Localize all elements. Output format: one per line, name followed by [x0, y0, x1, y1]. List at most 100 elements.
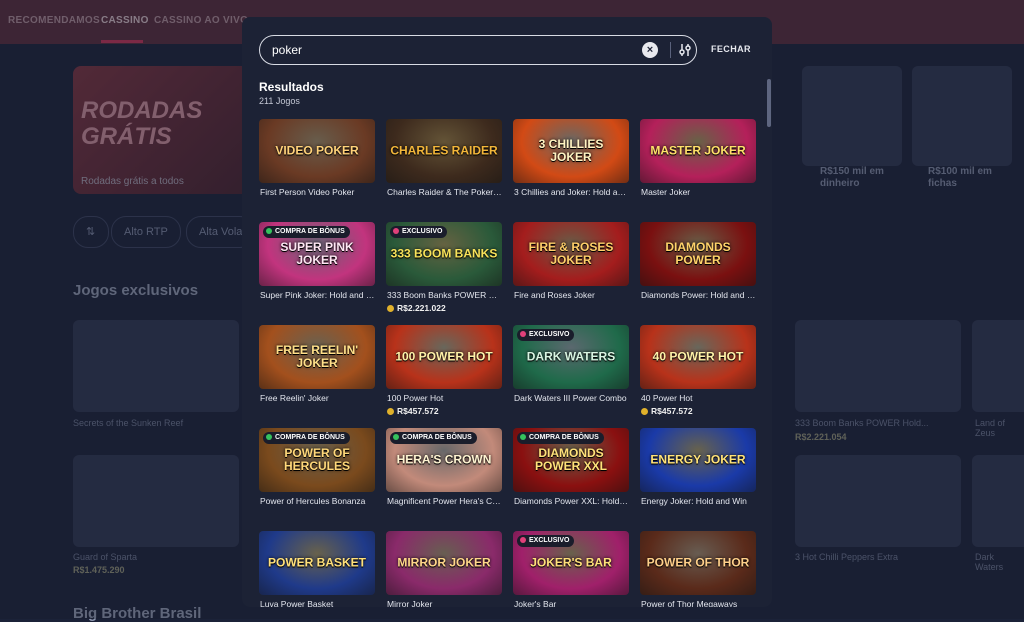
- game-thumbnail[interactable]: Master Joker: [640, 119, 756, 183]
- game-thumbnail[interactable]: Power Basket: [259, 531, 375, 595]
- game-name: Power of Hercules Bonanza: [260, 496, 366, 506]
- game-name: Dark Waters III Power Combo: [514, 393, 627, 403]
- jackpot-value: R$457.572: [651, 406, 693, 416]
- game-logo-text: Hera's Crown: [396, 452, 492, 467]
- badge-icon: [393, 228, 399, 234]
- game-tile[interactable]: Super Pink Joker COMPRA DE BÔNUS Super Pin…: [259, 222, 376, 318]
- game-thumbnail[interactable]: 333 Boom Banks EXCLUSIVO: [386, 222, 502, 286]
- game-tile[interactable]: Energy Joker Energy Joker: Hold and Win: [640, 428, 756, 524]
- game-name: Magnificent Power Hera's Crown: [387, 496, 503, 506]
- game-tile[interactable]: Power of Thor Power of Thor Megaways: [640, 531, 756, 607]
- jackpot-amount: R$2.221.022: [387, 303, 446, 313]
- game-name: Joker's Bar: [514, 599, 557, 607]
- coin-icon: [641, 408, 648, 415]
- close-button[interactable]: FECHAR: [711, 44, 751, 54]
- game-thumbnail[interactable]: 3 Chillies Joker: [513, 119, 629, 183]
- game-thumbnail[interactable]: Power of Thor: [640, 531, 756, 595]
- game-thumbnail[interactable]: Joker's Bar EXCLUSIVO: [513, 531, 629, 595]
- coin-icon: [387, 408, 394, 415]
- game-tile[interactable]: Dark Waters EXCLUSIVO Dark Waters III Powe…: [513, 325, 629, 421]
- jackpot-amount: R$457.572: [387, 406, 439, 416]
- game-badge: COMPRA DE BÔNUS: [263, 432, 350, 444]
- game-tile[interactable]: Power of Hercules COMPRA DE BÔNUS Power of…: [259, 428, 375, 524]
- badge-label: COMPRA DE BÔNUS: [529, 434, 599, 441]
- game-logo-text: Video Poker: [275, 143, 359, 158]
- game-tile[interactable]: Master Joker Master Joker: [640, 119, 756, 215]
- jackpot-value: R$457.572: [397, 406, 439, 416]
- scrollbar-track[interactable]: [766, 77, 771, 597]
- game-thumbnail[interactable]: Diamonds Power XXL COMPRA DE BÔNUS: [513, 428, 629, 492]
- game-tile[interactable]: Joker's Bar EXCLUSIVO Joker's Bar: [513, 531, 629, 607]
- game-thumbnail[interactable]: Hera's Crown COMPRA DE BÔNUS: [386, 428, 502, 492]
- game-tile[interactable]: Video Poker First Person Video Poker: [259, 119, 375, 215]
- game-thumbnail[interactable]: 100 Power Hot: [386, 325, 502, 389]
- game-badge: EXCLUSIVO: [517, 535, 575, 547]
- game-thumbnail[interactable]: Energy Joker: [640, 428, 756, 492]
- game-thumbnail[interactable]: Charles Raider: [386, 119, 502, 183]
- game-thumbnail[interactable]: 40 Power Hot: [640, 325, 756, 389]
- game-logo-text: Power Basket: [267, 555, 366, 570]
- badge-icon: [520, 537, 526, 543]
- badge-label: COMPRA DE BÔNUS: [402, 434, 472, 441]
- game-tile[interactable]: 333 Boom Banks EXCLUSIVO 333 Boom Banks PO…: [386, 222, 503, 318]
- game-tile[interactable]: 40 Power Hot 40 Power Hot R$457.572: [640, 325, 756, 421]
- game-tile[interactable]: Charles Raider Charles Raider & The Poker…: [386, 119, 503, 215]
- game-tile[interactable]: Diamonds Power Diamonds Power: Hold and W…: [640, 222, 757, 318]
- game-name: Diamonds Power: Hold and Win: [641, 290, 757, 300]
- badge-label: EXCLUSIVO: [529, 537, 570, 544]
- game-thumbnail[interactable]: Free Reelin' Joker: [259, 325, 375, 389]
- game-name: 333 Boom Banks POWER Combo: [387, 290, 503, 300]
- game-thumbnail[interactable]: Dark Waters EXCLUSIVO: [513, 325, 629, 389]
- badge-icon: [266, 434, 272, 440]
- game-name: Charles Raider & The Poker Riches: [387, 187, 503, 197]
- search-modal: × FECHAR Resultados 211 Jogos Video Poke…: [242, 17, 772, 607]
- game-tile[interactable]: 3 Chillies Joker 3 Chillies and Joker: Ho…: [513, 119, 630, 215]
- game-name: 40 Power Hot: [641, 393, 693, 403]
- game-thumbnail[interactable]: Mirror Joker: [386, 531, 502, 595]
- results-title: Resultados: [259, 80, 324, 94]
- game-name: Luva Power Basket: [260, 599, 334, 607]
- game-logo-text: Fire & Roses Joker: [528, 240, 614, 267]
- badge-icon: [393, 434, 399, 440]
- game-thumbnail[interactable]: Video Poker: [259, 119, 375, 183]
- game-badge: EXCLUSIVO: [517, 329, 575, 341]
- search-bar: ×: [259, 35, 697, 65]
- game-badge: COMPRA DE BÔNUS: [263, 226, 350, 238]
- game-tile[interactable]: Hera's Crown COMPRA DE BÔNUS Magnificent P…: [386, 428, 503, 524]
- game-tile[interactable]: Free Reelin' Joker Free Reelin' Joker: [259, 325, 375, 421]
- game-logo-text: Master Joker: [650, 143, 746, 158]
- game-name: Free Reelin' Joker: [260, 393, 329, 403]
- game-logo-text: Power of Thor: [646, 555, 750, 570]
- filter-sliders-icon[interactable]: [676, 41, 694, 59]
- search-divider: [670, 42, 671, 58]
- jackpot-value: R$2.221.022: [397, 303, 446, 313]
- game-logo-text: Diamonds Power XXL: [534, 446, 607, 473]
- scrollbar-thumb[interactable]: [767, 79, 771, 127]
- results-count: 211 Jogos: [259, 96, 300, 106]
- game-name: Power of Thor Megaways: [641, 599, 738, 607]
- game-logo-text: Mirror Joker: [397, 555, 491, 570]
- game-thumbnail[interactable]: Fire & Roses Joker: [513, 222, 629, 286]
- game-tile[interactable]: Mirror Joker Mirror Joker: [386, 531, 502, 607]
- game-logo-text: 3 Chillies Joker: [538, 137, 604, 164]
- game-logo-text: Dark Waters: [526, 349, 616, 364]
- jackpot-amount: R$457.572: [641, 406, 693, 416]
- game-tile[interactable]: 100 Power Hot 100 Power Hot R$457.572: [386, 325, 502, 421]
- game-name: Master Joker: [641, 187, 691, 197]
- game-name: Super Pink Joker: Hold and Win: [260, 290, 376, 300]
- clear-search-icon[interactable]: ×: [642, 42, 658, 58]
- game-thumbnail[interactable]: Diamonds Power: [640, 222, 756, 286]
- game-thumbnail[interactable]: Super Pink Joker COMPRA DE BÔNUS: [259, 222, 375, 286]
- badge-label: EXCLUSIVO: [529, 331, 570, 338]
- search-input[interactable]: [272, 42, 632, 58]
- game-tile[interactable]: Fire & Roses Joker Fire and Roses Joker: [513, 222, 629, 318]
- badge-label: COMPRA DE BÔNUS: [275, 434, 345, 441]
- game-name: Fire and Roses Joker: [514, 290, 595, 300]
- game-tile[interactable]: Power Basket Luva Power Basket: [259, 531, 375, 607]
- game-thumbnail[interactable]: Power of Hercules COMPRA DE BÔNUS: [259, 428, 375, 492]
- game-logo-text: Super Pink Joker: [280, 240, 354, 267]
- game-logo-text: Energy Joker: [650, 452, 746, 467]
- game-logo-text: 40 Power Hot: [652, 349, 744, 364]
- game-name: Mirror Joker: [387, 599, 433, 607]
- game-tile[interactable]: Diamonds Power XXL COMPRA DE BÔNUS Diamond…: [513, 428, 630, 524]
